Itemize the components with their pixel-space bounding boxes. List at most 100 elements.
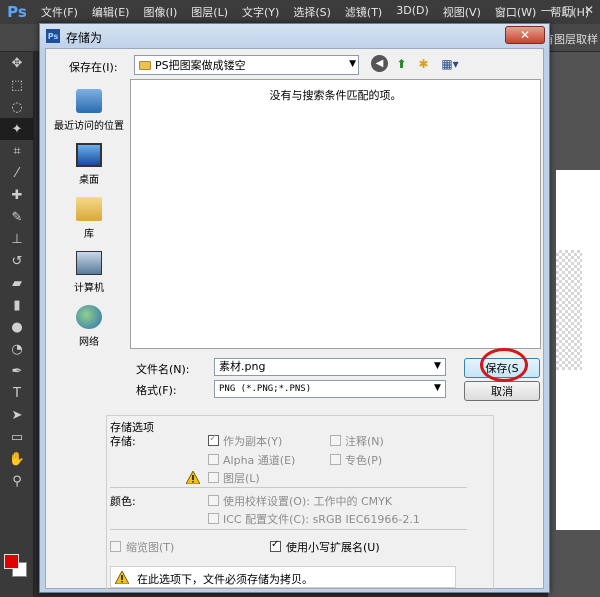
lasso-tool-icon[interactable]: ◌ <box>0 96 34 118</box>
sample-layers-label[interactable]: 有图层取样 <box>543 31 598 47</box>
notes-checkbox[interactable] <box>330 435 341 446</box>
gradient-tool-icon[interactable]: ▮ <box>0 294 34 316</box>
save-in-label: 保存在(I): <box>69 61 118 74</box>
brush-tool-icon[interactable]: ✎ <box>0 206 34 228</box>
annotation-circle <box>480 348 528 382</box>
menu-filter[interactable]: 滤镜(T) <box>338 4 389 20</box>
cancel-button[interactable]: 取消 <box>464 381 540 401</box>
new-folder-icon[interactable]: ✱ <box>415 55 432 72</box>
crop-tool-icon[interactable]: ⌗ <box>0 140 34 162</box>
thumbnail-checkbox[interactable] <box>110 541 121 552</box>
up-folder-icon[interactable]: ⬆ <box>393 55 410 72</box>
as-copy-label: 作为副本(Y) <box>223 435 283 448</box>
healing-tool-icon[interactable]: ✚ <box>0 184 34 206</box>
place-recent[interactable]: 最近访问的位置 <box>49 82 129 136</box>
close-window-icon[interactable]: ✕ <box>584 3 594 17</box>
restore-icon[interactable]: □ <box>563 3 574 17</box>
shape-tool-icon[interactable]: ▭ <box>0 426 34 448</box>
spot-label: 专色(P) <box>345 454 383 467</box>
blur-tool-icon[interactable]: ● <box>0 316 34 338</box>
filename-label: 文件名(N): <box>136 363 190 376</box>
eraser-tool-icon[interactable]: ▰ <box>0 272 34 294</box>
desktop-icon <box>76 143 102 167</box>
stamp-tool-icon[interactable]: ⊥ <box>0 228 34 250</box>
dialog-titlebar[interactable]: Ps 存储为 ✕ <box>40 24 549 48</box>
foreground-color-swatch[interactable] <box>4 554 19 569</box>
place-libraries[interactable]: 库 <box>49 190 129 244</box>
notes-label: 注释(N) <box>345 435 384 448</box>
use-proof-checkbox[interactable] <box>208 495 219 506</box>
place-label: 计算机 <box>74 283 104 294</box>
lowercase-extension-checkbox[interactable] <box>270 539 281 552</box>
zoom-tool-icon[interactable]: ⚲ <box>0 470 34 492</box>
place-computer[interactable]: 计算机 <box>49 244 129 298</box>
menu-layer[interactable]: 图层(L) <box>184 4 235 20</box>
place-label: 网络 <box>79 337 99 348</box>
close-dialog-button[interactable]: ✕ <box>505 26 545 44</box>
dialog-body: 保存在(I): PS把图案做成镂空 ▼ ◀ ⬆ ✱ ▦▾ 最近访问的位置 桌面 … <box>45 48 544 590</box>
transparent-area <box>556 250 582 370</box>
path-select-tool-icon[interactable]: ➤ <box>0 404 34 426</box>
icc-label: ICC 配置文件(C): sRGB IEC61966-2.1 <box>223 513 420 526</box>
save-in-dropdown[interactable]: PS把图案做成镂空 ▼ <box>134 55 359 75</box>
hand-tool-icon[interactable]: ✋ <box>0 448 34 470</box>
warning-message: 在此选项下，文件必须存储为拷贝。 <box>137 573 313 586</box>
dodge-tool-icon[interactable]: ◔ <box>0 338 34 360</box>
menu-file[interactable]: 文件(F) <box>34 4 85 20</box>
save-as-dialog: Ps 存储为 ✕ 保存在(I): PS把图案做成镂空 ▼ ◀ ⬆ ✱ ▦▾ 最近… <box>39 23 550 593</box>
libraries-icon <box>76 197 102 221</box>
places-bar: 最近访问的位置 桌面 库 计算机 网络 <box>49 82 129 370</box>
file-list[interactable]: 没有与搜索条件匹配的项。 <box>130 79 541 349</box>
magic-wand-tool-icon[interactable]: ✦ <box>0 118 34 140</box>
place-label: 库 <box>84 229 94 240</box>
layers-checkbox[interactable] <box>208 472 219 483</box>
type-tool-icon[interactable]: T <box>0 382 34 404</box>
menu-view[interactable]: 视图(V) <box>436 4 488 20</box>
back-icon[interactable]: ◀ <box>371 55 388 72</box>
menu-select[interactable]: 选择(S) <box>286 4 338 20</box>
format-dropdown[interactable]: PNG (*.PNG;*.PNS) <box>214 380 446 398</box>
history-brush-icon[interactable]: ↺ <box>0 250 34 272</box>
photoshop-app-icon: Ps <box>46 29 60 43</box>
place-desktop[interactable]: 桌面 <box>49 136 129 190</box>
menu-window[interactable]: 窗口(W) <box>488 4 543 20</box>
icc-checkbox[interactable] <box>208 513 219 524</box>
save-in-value: PS把图案做成镂空 <box>155 59 246 72</box>
menu-edit[interactable]: 编辑(E) <box>85 4 137 20</box>
ps-menu-list: 文件(F) 编辑(E) 图像(I) 图层(L) 文字(Y) 选择(S) 滤镜(T… <box>34 4 596 20</box>
ps-window-controls: — □ ✕ <box>541 3 594 17</box>
move-tool-icon[interactable]: ✥ <box>0 52 34 74</box>
folder-icon <box>139 60 151 70</box>
menu-3d[interactable]: 3D(D) <box>389 4 436 20</box>
warning-icon <box>115 571 129 584</box>
nav-toolbar: ◀ ⬆ ✱ ▦▾ <box>371 55 463 72</box>
alpha-checkbox[interactable] <box>208 454 219 465</box>
ps-menubar: Ps 文件(F) 编辑(E) 图像(I) 图层(L) 文字(Y) 选择(S) 滤… <box>0 0 600 24</box>
place-label: 最近访问的位置 <box>54 121 124 132</box>
menu-type[interactable]: 文字(Y) <box>235 4 286 20</box>
pen-tool-icon[interactable]: ✒ <box>0 360 34 382</box>
view-menu-icon[interactable]: ▦▾ <box>437 55 463 72</box>
place-label: 桌面 <box>79 175 99 186</box>
options-separator <box>110 487 467 488</box>
place-network[interactable]: 网络 <box>49 298 129 352</box>
filename-input[interactable]: 素材.png <box>214 358 446 376</box>
as-copy-checkbox[interactable] <box>208 433 219 446</box>
use-proof-label: 使用校样设置(O): 工作中的 CMYK <box>223 495 393 508</box>
minimize-icon[interactable]: — <box>541 3 553 17</box>
alpha-label: Alpha 通道(E) <box>223 454 296 467</box>
warning-icon <box>186 471 200 484</box>
eyedropper-tool-icon[interactable]: ⁄ <box>0 162 34 184</box>
chevron-down-icon[interactable]: ▼ <box>349 59 356 69</box>
network-icon <box>76 305 102 329</box>
options-separator <box>110 529 467 530</box>
spot-checkbox[interactable] <box>330 454 341 465</box>
recent-places-icon <box>76 89 102 113</box>
empty-list-message: 没有与搜索条件匹配的项。 <box>269 89 402 102</box>
marquee-tool-icon[interactable]: ⬚ <box>0 74 34 96</box>
thumbnail-label: 缩览图(T) <box>126 541 175 554</box>
menu-image[interactable]: 图像(I) <box>136 4 184 20</box>
ps-toolbar: ✥ ⬚ ◌ ✦ ⌗ ⁄ ✚ ✎ ⊥ ↺ ▰ ▮ ● ◔ ✒ T ➤ ▭ ✋ ⚲ <box>0 52 34 597</box>
warning-infobox: 在此选项下，文件必须存储为拷贝。 <box>110 566 456 588</box>
color-label: 颜色: <box>110 495 136 508</box>
